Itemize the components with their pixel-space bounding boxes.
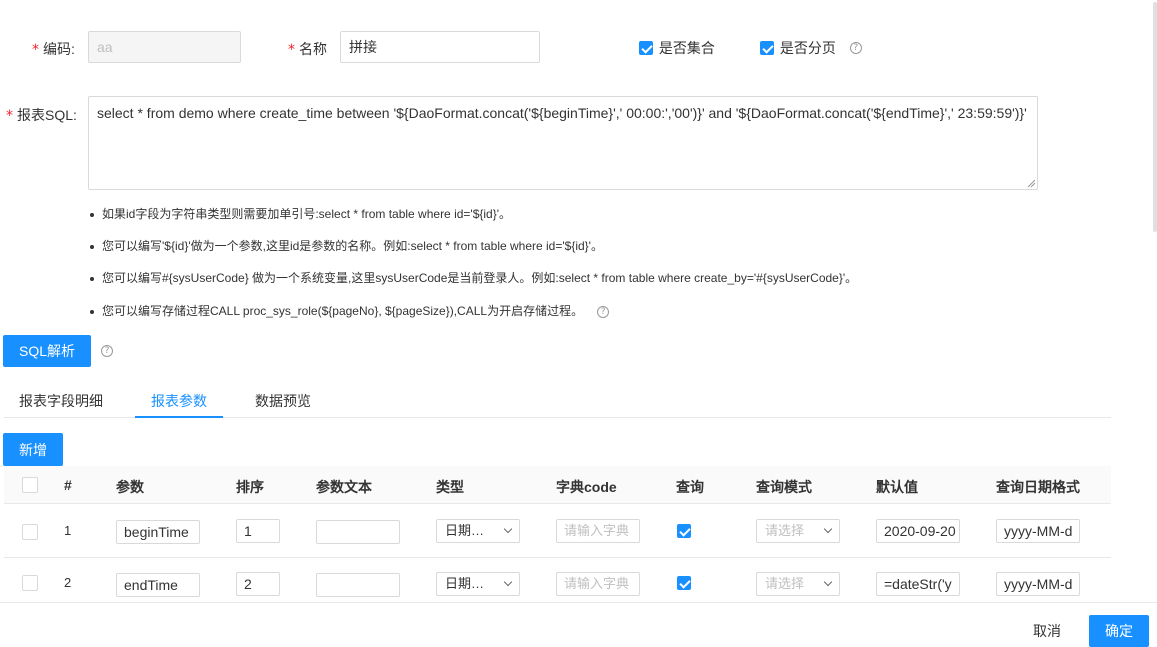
- sql-parse-button[interactable]: SQL解析: [3, 335, 91, 367]
- header-date-format: 查询日期格式: [996, 479, 1080, 495]
- sql-text: select * from demo where create_time bet…: [97, 105, 1027, 121]
- checkbox-checked-icon: [760, 41, 774, 55]
- hint-item: 您可以编写#{sysUserCode} 做为一个系统变量,这里sysUserCo…: [88, 269, 857, 286]
- param-input[interactable]: endTime: [116, 573, 200, 597]
- param-text-input[interactable]: [316, 573, 400, 597]
- query-checkbox[interactable]: [677, 576, 691, 590]
- resize-handle-icon[interactable]: [1027, 179, 1036, 188]
- dict-code-input[interactable]: 请输入字典: [556, 572, 640, 596]
- cancel-button[interactable]: 取消: [1016, 615, 1078, 647]
- code-input[interactable]: aa: [88, 31, 241, 63]
- order-input[interactable]: 2: [236, 572, 280, 596]
- sql-label: * 报表SQL:: [6, 107, 77, 124]
- row-index: 1: [64, 523, 72, 538]
- code-label: * 编码:: [32, 41, 75, 58]
- header-type: 类型: [436, 479, 464, 495]
- param-input[interactable]: beginTime: [116, 520, 200, 544]
- header-default: 默认值: [876, 479, 918, 495]
- header-order: 排序: [236, 479, 264, 495]
- is-collection-label: 是否集合: [658, 40, 715, 56]
- chevron-down-icon: [503, 524, 513, 534]
- row-checkbox[interactable]: [22, 524, 38, 540]
- chevron-down-icon: [823, 577, 833, 587]
- type-select[interactable]: 日期…: [436, 519, 520, 543]
- chevron-down-icon: [503, 577, 513, 587]
- name-label: * 名称: [288, 41, 327, 58]
- date-format-input[interactable]: yyyy-MM-d: [996, 519, 1080, 543]
- default-value-input[interactable]: 2020-09-20: [876, 519, 960, 543]
- query-mode-placeholder: 请选择: [765, 576, 805, 591]
- is-collection-checkbox[interactable]: 是否集合: [639, 38, 715, 58]
- header-param-text: 参数文本: [316, 479, 372, 495]
- header-dict-code: 字典code: [556, 479, 617, 495]
- scrollbar[interactable]: [1153, 0, 1157, 600]
- type-select[interactable]: 日期…: [436, 572, 520, 596]
- select-all-checkbox[interactable]: [22, 477, 38, 493]
- header-query-mode: 查询模式: [756, 479, 812, 495]
- dict-code-input[interactable]: 请输入字典: [556, 519, 640, 543]
- row-index: 2: [64, 575, 72, 590]
- table-header: # 参数 排序 参数文本 类型 字典code 查询 查询模式 默认值 查询日期格…: [4, 466, 1111, 504]
- default-value-input[interactable]: =dateStr('y: [876, 572, 960, 596]
- header-index: #: [64, 477, 72, 493]
- chevron-down-icon: [823, 524, 833, 534]
- ok-button[interactable]: 确定: [1089, 615, 1149, 647]
- sql-textarea[interactable]: select * from demo where create_time bet…: [88, 96, 1038, 190]
- param-text-input[interactable]: [316, 520, 400, 544]
- query-mode-select[interactable]: 请选择: [756, 519, 840, 543]
- order-input[interactable]: 1: [236, 519, 280, 543]
- active-tab-indicator: [135, 416, 223, 418]
- hint-item: 您可以编写存储过程CALL proc_sys_role(${pageNo}, $…: [88, 302, 610, 319]
- name-input[interactable]: 拼接: [340, 31, 540, 63]
- query-mode-placeholder: 请选择: [765, 523, 805, 538]
- is-paged-checkbox[interactable]: 是否分页 ?: [760, 38, 862, 58]
- help-icon[interactable]: ?: [849, 42, 862, 54]
- is-paged-label: 是否分页: [779, 40, 836, 56]
- header-query: 查询: [676, 479, 704, 495]
- add-button[interactable]: 新增: [3, 433, 63, 466]
- scrollbar-thumb[interactable]: [1153, 2, 1157, 232]
- modal-footer: 取消 确定: [0, 602, 1157, 647]
- type-select-value: 日期…: [445, 523, 485, 538]
- hint-item: 您可以编写'${id}'做为一个参数,这里id是参数的名称。例如:select …: [88, 237, 603, 254]
- query-checkbox[interactable]: [677, 524, 691, 538]
- tab-bar: 报表字段明细 报表参数 数据预览: [4, 380, 1111, 418]
- checkbox-checked-icon: [639, 41, 653, 55]
- tab-report-params[interactable]: 报表参数: [151, 391, 207, 411]
- table-row: 1 beginTime 1 日期… 请输入字典 请选择 2020-09-20 y…: [4, 505, 1111, 558]
- query-mode-select[interactable]: 请选择: [756, 572, 840, 596]
- header-param: 参数: [116, 479, 144, 495]
- row-checkbox[interactable]: [22, 575, 38, 591]
- tab-field-details[interactable]: 报表字段明细: [19, 391, 103, 411]
- help-icon[interactable]: ?: [101, 345, 113, 357]
- hint-item: 如果id字段为字符串类型则需要加单引号:select * from table …: [88, 205, 511, 222]
- help-icon[interactable]: ?: [597, 305, 610, 318]
- tab-data-preview[interactable]: 数据预览: [255, 391, 311, 411]
- type-select-value: 日期…: [445, 576, 485, 591]
- date-format-input[interactable]: yyyy-MM-d: [996, 572, 1080, 596]
